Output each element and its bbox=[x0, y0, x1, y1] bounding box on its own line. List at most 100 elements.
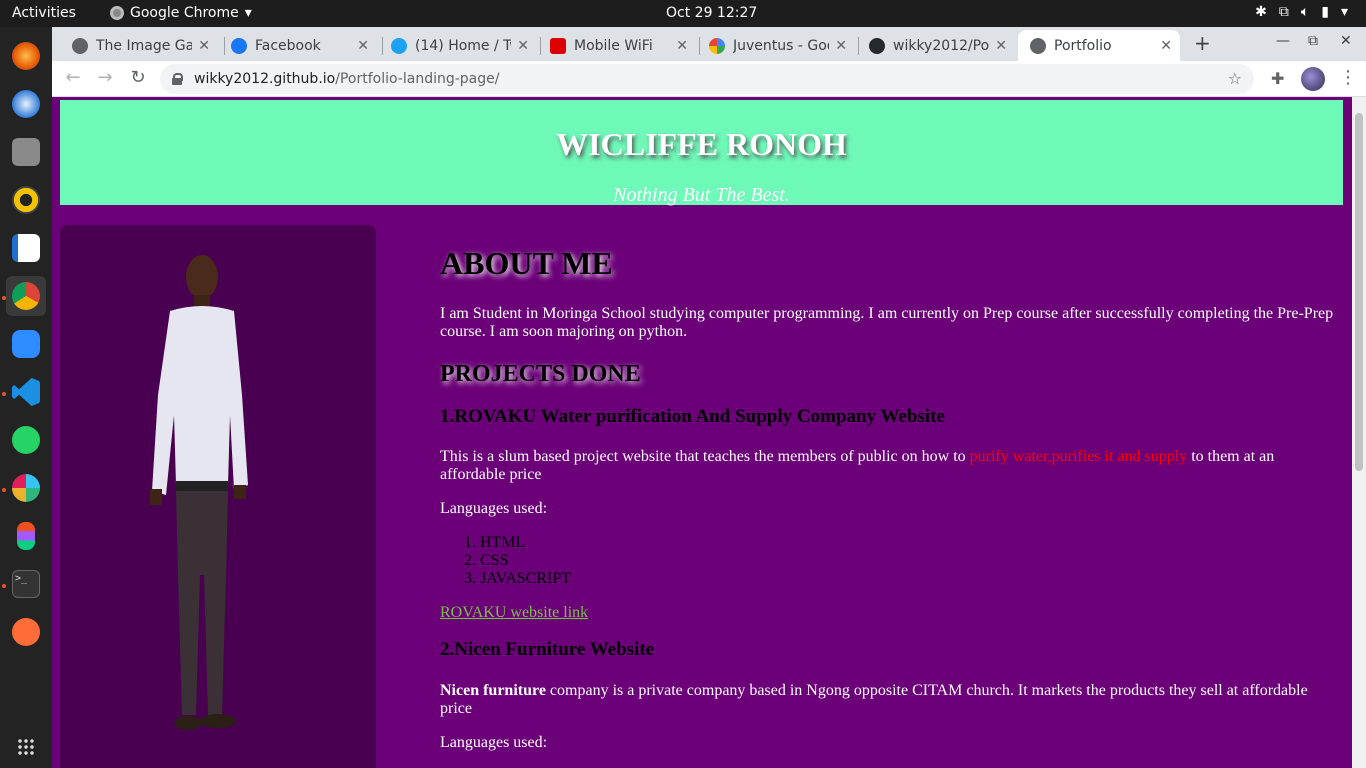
dock-terminal[interactable]: >_ bbox=[6, 564, 46, 604]
chevron-down-icon[interactable]: ▾ bbox=[1341, 4, 1348, 20]
zoom-icon bbox=[12, 330, 40, 358]
postman-icon bbox=[12, 618, 40, 646]
writer-icon bbox=[12, 234, 40, 262]
globe-icon bbox=[1030, 37, 1046, 54]
google-icon bbox=[709, 37, 725, 54]
tab-title: Portfolio bbox=[1054, 37, 1112, 54]
tab-title: Mobile WiFi bbox=[574, 37, 653, 54]
avatar[interactable] bbox=[1301, 67, 1325, 91]
activities-button[interactable]: Activities bbox=[12, 5, 76, 21]
grid-icon bbox=[17, 738, 35, 756]
tab-twitter[interactable]: (14) Home / Tw ✕ bbox=[379, 30, 537, 61]
vscode-icon bbox=[12, 378, 40, 406]
running-indicator bbox=[2, 584, 6, 588]
dock-whatsapp[interactable] bbox=[6, 420, 46, 460]
list-item: JAVASCRIPT bbox=[480, 570, 571, 588]
tab-title: wikky2012/Po bbox=[893, 37, 990, 54]
slack-tray-icon[interactable]: ✱ bbox=[1255, 4, 1267, 20]
restore-button[interactable]: ⧉ bbox=[1308, 33, 1318, 49]
system-top-bar: Activities Google Chrome ▾ Oct 29 12:27 … bbox=[0, 0, 1366, 27]
dock-postman[interactable] bbox=[6, 612, 46, 652]
bookmark-star-icon[interactable]: ☆ bbox=[1228, 69, 1242, 88]
project1-languages-label: Languages used: bbox=[440, 500, 548, 517]
minimize-button[interactable]: — bbox=[1276, 33, 1290, 49]
tab-facebook[interactable]: Facebook ✕ bbox=[219, 30, 377, 61]
dock-zoom[interactable] bbox=[6, 324, 46, 364]
system-tray[interactable]: ✱ ⧉ 🔈︎ ▮ ▾ bbox=[1255, 4, 1348, 20]
tab-image-gallery[interactable]: The Image Gal ✕ bbox=[60, 30, 218, 61]
twitter-icon bbox=[391, 37, 407, 54]
chrome-icon bbox=[110, 6, 124, 20]
tab-mobile-wifi[interactable]: Mobile WiFi ✕ bbox=[538, 30, 696, 61]
close-icon[interactable]: ✕ bbox=[198, 38, 210, 54]
rovaku-website-link[interactable]: ROVAKU website link bbox=[440, 604, 588, 622]
project1-desc-highlight: purify water,purifies it and supply bbox=[969, 448, 1188, 465]
url-host: wikky2012.github.io bbox=[194, 71, 336, 87]
extensions-icon[interactable]: ✚ bbox=[1271, 69, 1284, 88]
page-viewport: WICLIFFE RONOH Nothing But The Best. ABO… bbox=[52, 97, 1366, 768]
app-menu[interactable]: Google Chrome ▾ bbox=[110, 5, 252, 21]
dock-files[interactable] bbox=[6, 132, 46, 172]
facebook-icon bbox=[231, 37, 247, 54]
tab-github[interactable]: wikky2012/Po ✕ bbox=[857, 30, 1015, 61]
project2-desc-bold: Nicen furniture bbox=[440, 682, 546, 699]
dock-writer[interactable] bbox=[6, 228, 46, 268]
project2-desc-text: company is a private company based in Ng… bbox=[440, 682, 1308, 717]
project1-desc-text: This is a slum based project website tha… bbox=[440, 448, 970, 465]
forward-button[interactable]: → bbox=[93, 67, 117, 88]
menu-icon[interactable]: ⋮ bbox=[1339, 67, 1357, 88]
back-button[interactable]: ← bbox=[61, 67, 85, 88]
huawei-icon bbox=[550, 37, 566, 54]
reload-button[interactable]: ↻ bbox=[126, 67, 150, 88]
close-icon[interactable]: ✕ bbox=[357, 38, 369, 54]
address-bar[interactable]: wikky2012.github.io/Portfolio-landing-pa… bbox=[160, 64, 1254, 94]
tab-strip: The Image Gal ✕ Facebook ✕ (14) Home / T… bbox=[52, 27, 1366, 61]
figma-icon bbox=[17, 522, 35, 550]
running-indicator bbox=[2, 392, 6, 396]
tab-title: Facebook bbox=[255, 37, 321, 54]
page-scrollbar[interactable] bbox=[1352, 97, 1366, 768]
tab-title: The Image Gal bbox=[96, 37, 193, 54]
scrollbar-thumb[interactable] bbox=[1355, 113, 1363, 471]
project2-languages-label: Languages used: bbox=[440, 734, 548, 751]
close-icon[interactable]: ✕ bbox=[1160, 38, 1172, 54]
tab-title: (14) Home / Tw bbox=[415, 37, 512, 54]
page-header: WICLIFFE RONOH Nothing But The Best. bbox=[60, 100, 1343, 206]
tab-portfolio[interactable]: Portfolio ✕ bbox=[1018, 30, 1180, 61]
dock-vscode[interactable] bbox=[6, 372, 46, 412]
close-icon[interactable]: ✕ bbox=[995, 38, 1007, 54]
dock-firefox[interactable] bbox=[6, 36, 46, 76]
whatsapp-icon bbox=[12, 426, 40, 454]
running-indicator bbox=[2, 296, 6, 300]
about-heading: ABOUT ME bbox=[440, 245, 613, 281]
show-applications-button[interactable] bbox=[6, 727, 46, 767]
dock-chrome[interactable] bbox=[6, 276, 46, 316]
close-window-button[interactable]: ✕ bbox=[1340, 33, 1352, 49]
projects-heading: PROJECTS DONE bbox=[440, 361, 641, 387]
github-icon bbox=[869, 37, 885, 54]
app-menu-label: Google Chrome bbox=[130, 5, 239, 21]
volume-icon[interactable]: 🔈︎ bbox=[1301, 4, 1309, 20]
battery-icon[interactable]: ▮ bbox=[1321, 4, 1329, 20]
network-icon[interactable]: ⧉ bbox=[1279, 4, 1289, 20]
dock-figma[interactable] bbox=[6, 516, 46, 556]
tab-juventus[interactable]: Juventus - Goo ✕ bbox=[697, 30, 855, 61]
dock-rhythmbox[interactable] bbox=[6, 180, 46, 220]
globe-icon bbox=[72, 37, 88, 54]
chrome-icon bbox=[12, 282, 40, 310]
close-icon[interactable]: ✕ bbox=[676, 38, 688, 54]
new-tab-button[interactable]: + bbox=[1194, 31, 1211, 55]
tab-title: Juventus - Goo bbox=[733, 37, 830, 54]
close-icon[interactable]: ✕ bbox=[835, 38, 847, 54]
browser-toolbar: ← → ↻ wikky2012.github.io/Portfolio-land… bbox=[52, 61, 1366, 97]
close-icon[interactable]: ✕ bbox=[517, 38, 529, 54]
slack-icon bbox=[12, 474, 40, 502]
dock-slack[interactable] bbox=[6, 468, 46, 508]
list-item: HTML bbox=[480, 534, 571, 552]
page-title: WICLIFFE RONOH bbox=[556, 126, 847, 162]
url-path: /Portfolio-landing-page/ bbox=[335, 71, 500, 87]
dock-thunderbird[interactable] bbox=[6, 84, 46, 124]
clock[interactable]: Oct 29 12:27 bbox=[666, 5, 757, 21]
lock-icon[interactable] bbox=[172, 73, 183, 85]
caret-down-icon: ▾ bbox=[244, 5, 252, 21]
